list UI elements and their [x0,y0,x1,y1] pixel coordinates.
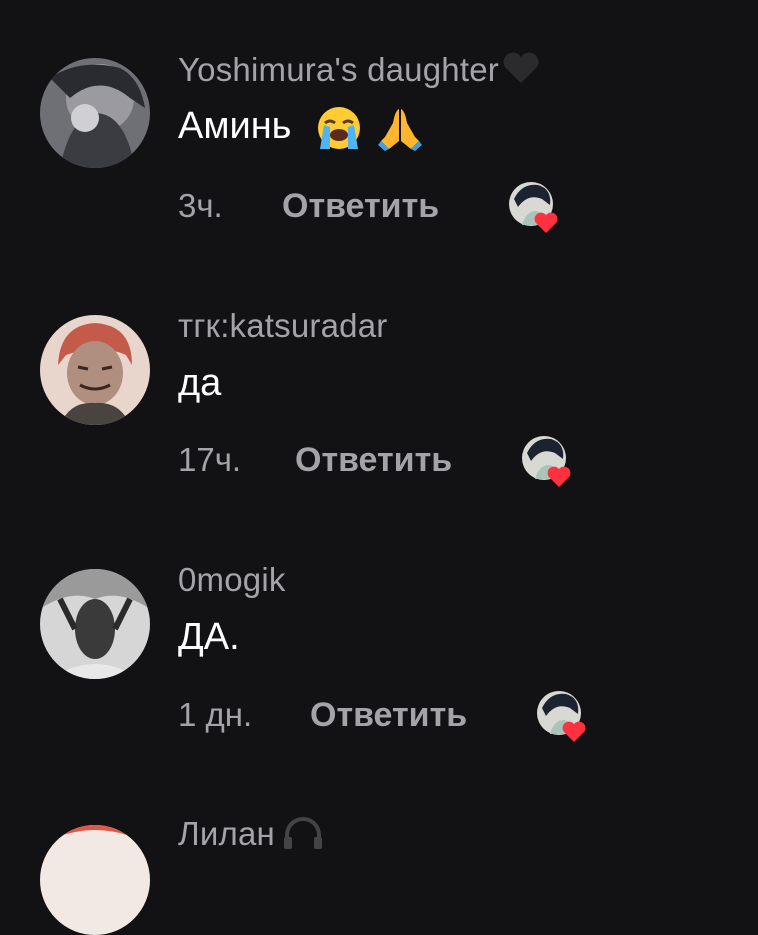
comment-text: Аминь [178,105,423,151]
avatar[interactable] [40,58,150,168]
comment-body: Аминь [178,105,292,148]
author-liked-icon [536,690,590,744]
folded-hands-icon [377,105,423,151]
comment-text: да [178,362,222,404]
reply-button[interactable]: Ответить [310,696,467,735]
avatar[interactable] [40,569,150,679]
comment-text: ДА. [178,616,240,658]
comment-username[interactable]: 0mogik [178,561,286,599]
timestamp: 1 дн. [178,696,253,733]
avatar[interactable] [40,315,150,425]
comment-username[interactable]: Лилан [178,815,323,853]
timestamp: 17ч. [178,441,242,478]
username-text[interactable]: Yoshimura's daughter [178,51,499,88]
username-text[interactable]: Лилан [178,815,275,852]
comment-username[interactable]: тгк:katsuradar [178,307,387,345]
black-heart-icon [501,51,541,85]
reply-button[interactable]: Ответить [282,187,439,226]
headphones-icon [283,815,323,849]
avatar[interactable] [40,825,150,935]
timestamp: 3ч. [178,187,223,224]
comment-username[interactable]: Yoshimura's daughter [178,51,541,89]
author-liked-icon [508,181,562,235]
author-liked-icon [521,435,575,489]
loudly-crying-face-icon [316,105,362,151]
reply-button[interactable]: Ответить [295,441,452,480]
